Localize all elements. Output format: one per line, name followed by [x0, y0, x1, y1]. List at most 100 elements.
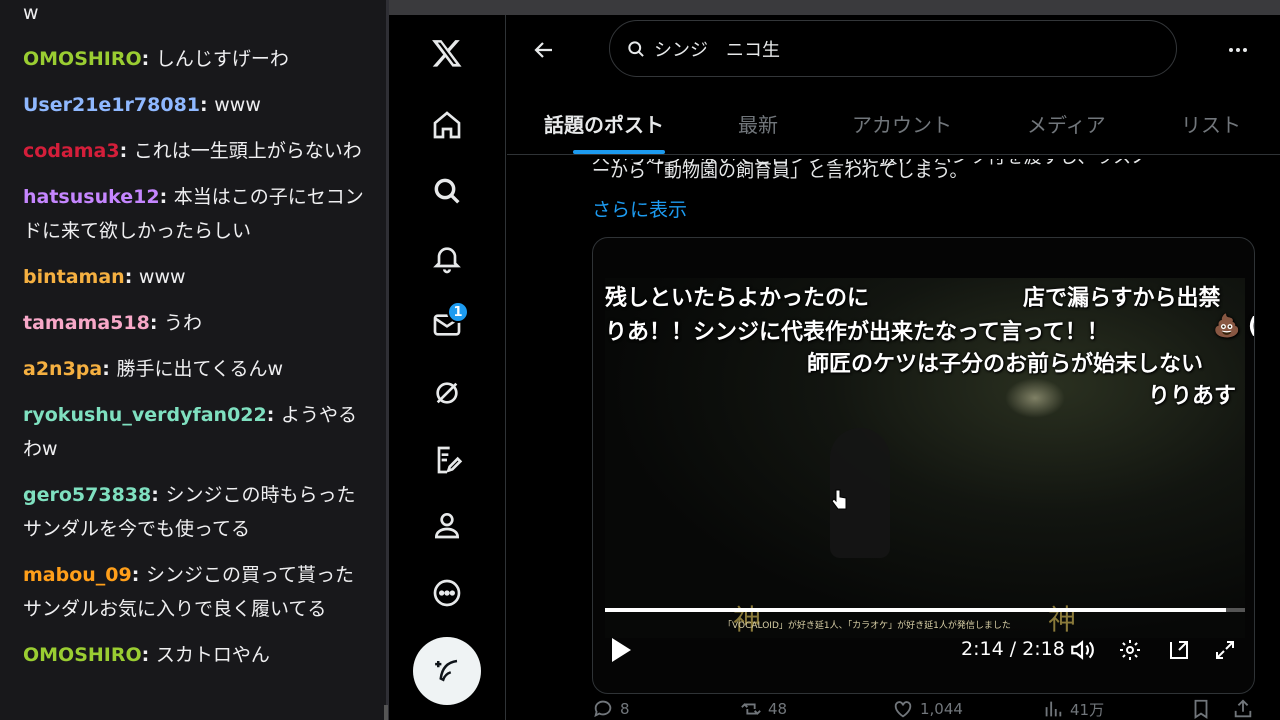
kami-glyph: 神 [1048, 603, 1077, 636]
chat-username[interactable]: bintaman [23, 266, 125, 288]
tab-latest[interactable]: 最新 [738, 109, 778, 138]
premium-notes-icon[interactable] [429, 442, 465, 478]
like-count: 1,044 [920, 700, 963, 718]
video-progress-bar[interactable] [605, 608, 1245, 612]
share-icon [1234, 699, 1252, 718]
tweet-action-bar: 8 48 1,044 41万 [592, 698, 1255, 720]
back-button[interactable] [529, 35, 559, 65]
volume-button[interactable] [1068, 636, 1096, 664]
more-circle-icon[interactable] [429, 575, 465, 611]
grok-icon[interactable] [429, 375, 465, 411]
chat-username[interactable]: codama3 [23, 140, 120, 162]
show-more-link[interactable]: さらに表示 [592, 195, 687, 222]
views-chart-icon [1045, 701, 1062, 717]
chat-separator: : [131, 564, 146, 586]
gear-icon [1120, 640, 1140, 660]
compose-post-button[interactable] [413, 637, 481, 705]
comment-overlay: 残しといたらよかったのに [605, 286, 870, 311]
comment-overlay: 💩 ( [1213, 314, 1255, 339]
share-button[interactable] [1232, 698, 1254, 720]
settings-button[interactable] [1116, 636, 1144, 664]
chat-text: これは一生頭上がらないわ [133, 140, 362, 162]
views-button[interactable]: 41万 [1042, 698, 1104, 720]
repost-button[interactable]: 48 [740, 698, 787, 720]
search-icon [628, 40, 644, 57]
feather-plus-icon [435, 659, 458, 682]
chat-scrollbar[interactable] [384, 705, 388, 720]
search-field[interactable]: シンジ ニコ生 [609, 20, 1177, 77]
comment-overlay: りりあす [1148, 384, 1237, 409]
reply-icon [594, 700, 612, 718]
chat-text: www [214, 94, 261, 116]
reply-button[interactable]: 8 [592, 698, 630, 720]
chat-text: しんじすげーわ [155, 48, 289, 70]
search-input[interactable]: シンジ ニコ生 [654, 36, 780, 62]
chat-username[interactable]: User21e1r78081 [23, 94, 200, 116]
play-button[interactable] [609, 636, 635, 664]
chat-separator: : [124, 266, 139, 288]
tab-top[interactable]: 話題のポスト [544, 109, 664, 138]
fullscreen-icon [1216, 641, 1234, 659]
pip-button[interactable] [1165, 636, 1193, 664]
chat-username[interactable]: mabou_09 [23, 564, 132, 586]
chat-username[interactable]: hatsusuke12 [23, 186, 160, 208]
more-options-button[interactable] [1223, 35, 1253, 65]
chat-message: User21e1r78081: www [23, 88, 368, 122]
main-column: シンジ ニコ生 話題のポスト 最新 アカウント メディア リスト 大いら近づかな… [507, 15, 1280, 720]
bookmark-icon [1194, 699, 1208, 719]
chat-message: w [23, 0, 368, 30]
chat-separator: : [266, 404, 281, 426]
comment-overlay: りあ！！シンジに代表作が出来たなって言って！！ [605, 320, 1109, 345]
video-time: 2:14 / 2:18 [961, 638, 1065, 660]
messages-badge: 1 [447, 301, 469, 323]
repost-icon [741, 703, 761, 715]
profile-icon[interactable] [429, 507, 465, 543]
chat-message: a2n3pa: 勝手に出てくるんw [23, 352, 368, 386]
chat-text: スカトロやん [155, 644, 270, 666]
tweet-text: ーから「動物園の飼育員」と言われてしまう。 [592, 161, 968, 182]
chat-separator: : [159, 186, 174, 208]
heart-icon [894, 701, 912, 718]
chat-panel: w OMOSHIRO: しんじすげーわ User21e1r78081: www cod… [0, 0, 388, 720]
x-logo-icon[interactable] [429, 35, 465, 71]
chat-text: うわ [164, 312, 203, 334]
chat-separator: : [149, 312, 165, 334]
comment-overlay: 師匠のケツは子分のお前らが始末しない [807, 352, 1204, 377]
chat-username[interactable]: OMOSHIRO [23, 644, 142, 666]
volume-icon [1071, 640, 1094, 660]
tab-lists[interactable]: リスト [1181, 109, 1241, 138]
chat-text: 勝手に出てくるんw [116, 358, 284, 380]
chat-message: OMOSHIRO: しんじすげーわ [23, 42, 368, 76]
tab-accounts[interactable]: アカウント [852, 109, 952, 138]
play-icon [612, 638, 631, 662]
reply-count: 8 [620, 700, 630, 718]
chat-text: w [23, 2, 39, 24]
chat-username[interactable]: a2n3pa [23, 358, 102, 380]
chat-message: hatsusuke12: 本当はこの子にセコンドに来て欲しかったらしい [23, 180, 368, 248]
repost-count: 48 [768, 700, 788, 718]
scene-light [1005, 378, 1065, 418]
tab-media[interactable]: メディア [1027, 109, 1106, 138]
bell-icon[interactable] [429, 240, 465, 276]
like-button[interactable]: 1,044 [892, 698, 963, 720]
chat-message: ryokushu_verdyfan022: ようやるわw [23, 398, 368, 466]
home-icon[interactable] [429, 107, 465, 143]
chat-username[interactable]: OMOSHIRO [23, 48, 142, 70]
chat-username[interactable]: tamama518 [23, 312, 150, 334]
picture-in-picture-icon [1170, 641, 1188, 659]
search-icon[interactable] [429, 173, 465, 209]
chat-message: bintaman: www [23, 260, 368, 294]
chat-username[interactable]: gero573838 [23, 484, 151, 506]
video-player[interactable]: 残しといたらよかったのに 店で漏らすから出禁 りあ！！シンジに代表作が出来たなっ… [592, 237, 1255, 694]
chat-message: tamama518: うわ [23, 306, 368, 340]
fullscreen-button[interactable] [1211, 636, 1239, 664]
chat-message-list: w OMOSHIRO: しんじすげーわ User21e1r78081: www cod… [23, 0, 368, 684]
bookmark-button[interactable] [1190, 698, 1212, 720]
hand-cursor-icon [830, 488, 848, 512]
chat-username[interactable]: ryokushu_verdyfan022 [23, 404, 267, 426]
chat-separator: : [102, 358, 117, 380]
dots-horizontal-icon [1229, 48, 1247, 52]
chat-separator: : [141, 48, 156, 70]
chat-message: OMOSHIRO: スカトロやん [23, 638, 368, 672]
caption-strip: 「VOCALOID」が好き延1人、「カラオケ」が好き延1人が発信しました [723, 621, 1011, 631]
